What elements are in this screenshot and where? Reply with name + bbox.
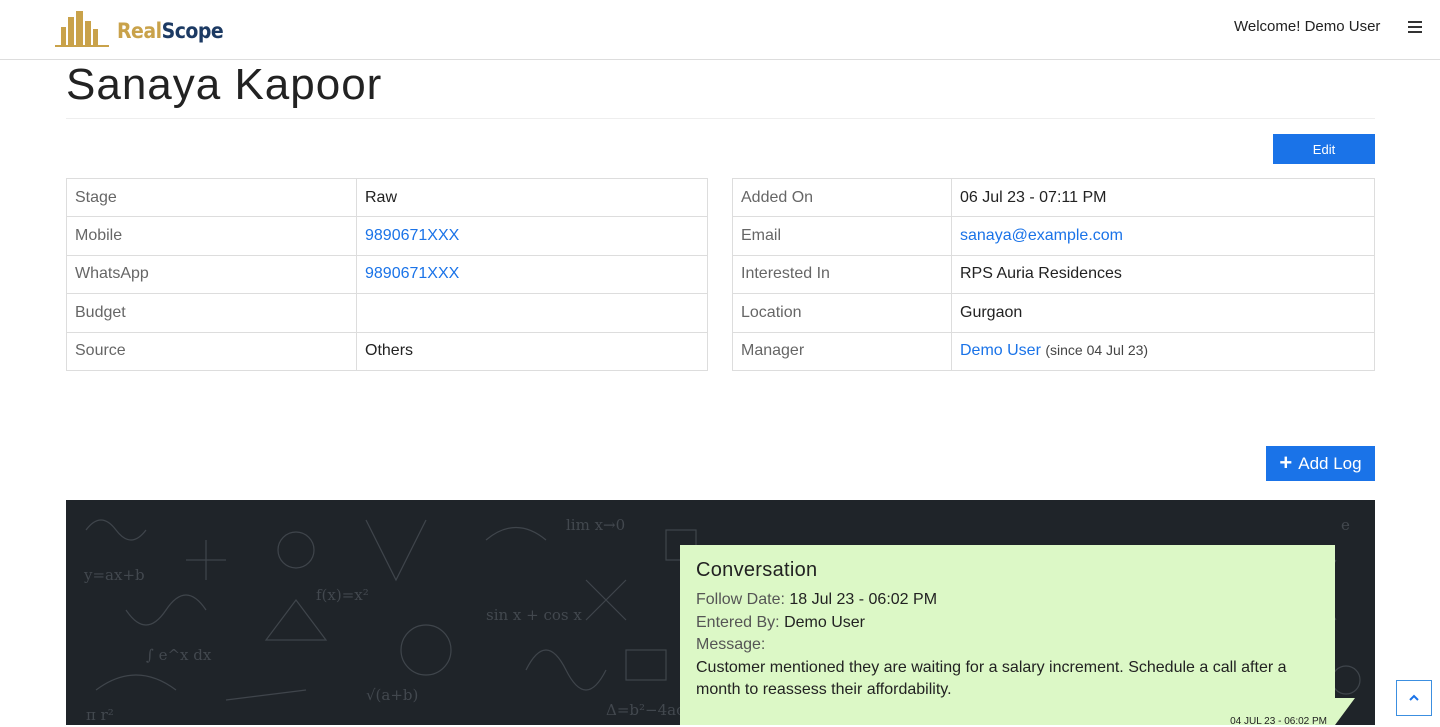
- location-label: Location: [732, 293, 952, 333]
- table-row: Email sanaya@example.com: [732, 216, 1375, 256]
- follow-date-row: Follow Date: 18 Jul 23 - 06:02 PM: [696, 589, 1319, 612]
- svg-text:y=ax+b: y=ax+b: [83, 566, 145, 584]
- table-row: Location Gurgaon: [732, 293, 1375, 333]
- added-on-label: Added On: [732, 177, 952, 218]
- edit-button[interactable]: Edit: [1273, 134, 1375, 164]
- svg-text:∫ e^x dx: ∫ e^x dx: [146, 646, 212, 664]
- title-divider: [66, 118, 1375, 119]
- source-label: Source: [66, 331, 357, 371]
- budget-label: Budget: [66, 293, 357, 333]
- follow-date-label: Follow Date:: [696, 591, 785, 608]
- email-label: Email: [732, 216, 952, 256]
- manager-since: (since 04 Jul 23): [1045, 342, 1149, 359]
- log-title: Conversation: [696, 559, 818, 581]
- svg-text:e: e: [1341, 516, 1350, 534]
- lead-meta-table: Added On 06 Jul 23 - 07:11 PM Email sana…: [732, 177, 1375, 371]
- email-link[interactable]: sanaya@example.com: [960, 227, 1123, 244]
- buildings-logo-icon: [55, 9, 109, 47]
- stage-value: Raw: [356, 177, 708, 218]
- location-value: Gurgaon: [951, 293, 1375, 333]
- brand-logo[interactable]: RealScope: [55, 9, 224, 47]
- table-row: Interested In RPS Auria Residences: [732, 254, 1375, 295]
- table-row: Stage Raw: [66, 177, 708, 218]
- source-value: Others: [356, 331, 708, 371]
- scroll-to-top-button[interactable]: [1396, 680, 1432, 716]
- top-navbar: RealScope Welcome! Demo User: [0, 0, 1440, 60]
- budget-value: [356, 293, 708, 333]
- table-row: Manager Demo User (since 04 Jul 23): [732, 331, 1375, 371]
- follow-date-value: 18 Jul 23 - 06:02 PM: [789, 591, 938, 608]
- conversation-log-card: Conversation Follow Date: 18 Jul 23 - 06…: [680, 545, 1355, 727]
- entered-by-row: Entered By: Demo User: [696, 612, 1319, 635]
- interested-in-value: RPS Auria Residences: [951, 254, 1375, 295]
- svg-text:f(x)=x²: f(x)=x²: [316, 586, 369, 604]
- manager-link[interactable]: Demo User: [960, 342, 1041, 359]
- table-row: Source Others: [66, 331, 708, 371]
- page-title: Sanaya Kapoor: [66, 60, 383, 109]
- svg-text:lim x→0: lim x→0: [566, 516, 625, 534]
- whatsapp-link[interactable]: 9890671XXX: [365, 265, 459, 282]
- welcome-text: Welcome! Demo User: [1234, 18, 1381, 35]
- svg-text:Δ=b²−4ac: Δ=b²−4ac: [606, 701, 684, 719]
- message-label-row: Message:: [696, 634, 1319, 657]
- plus-icon: +: [1279, 449, 1293, 475]
- svg-text:sin x + cos x: sin x + cos x: [486, 606, 582, 624]
- hamburger-menu-icon[interactable]: [1405, 18, 1425, 38]
- add-log-button[interactable]: + Add Log: [1266, 446, 1375, 481]
- stage-label: Stage: [66, 177, 357, 218]
- brand-name: RealScope: [117, 19, 224, 43]
- manager-label: Manager: [732, 331, 952, 371]
- add-log-label: Add Log: [1298, 453, 1362, 473]
- table-row: Mobile 9890671XXX: [66, 216, 708, 256]
- message-label: Message:: [696, 636, 766, 653]
- svg-text:π r²: π r²: [86, 706, 114, 724]
- chevron-up-icon: [1409, 694, 1419, 701]
- mobile-label: Mobile: [66, 216, 357, 256]
- mobile-link[interactable]: 9890671XXX: [365, 227, 459, 244]
- lead-details-table: Stage Raw Mobile 9890671XXX WhatsApp 989…: [66, 177, 708, 371]
- table-row: Budget: [66, 293, 708, 333]
- interested-in-label: Interested In: [732, 254, 952, 295]
- svg-text:√(a+b): √(a+b): [366, 686, 418, 704]
- whatsapp-label: WhatsApp: [66, 254, 357, 295]
- entered-by-value: Demo User: [784, 613, 865, 631]
- added-on-value: 06 Jul 23 - 07:11 PM: [951, 177, 1375, 218]
- table-row: WhatsApp 9890671XXX: [66, 254, 708, 295]
- table-row: Added On 06 Jul 23 - 07:11 PM: [732, 177, 1375, 218]
- log-message: Customer mentioned they are waiting for …: [696, 658, 1287, 699]
- entered-by-label: Entered By:: [696, 613, 780, 631]
- log-timestamp: 04 JUL 23 - 06:02 PM: [1230, 716, 1327, 727]
